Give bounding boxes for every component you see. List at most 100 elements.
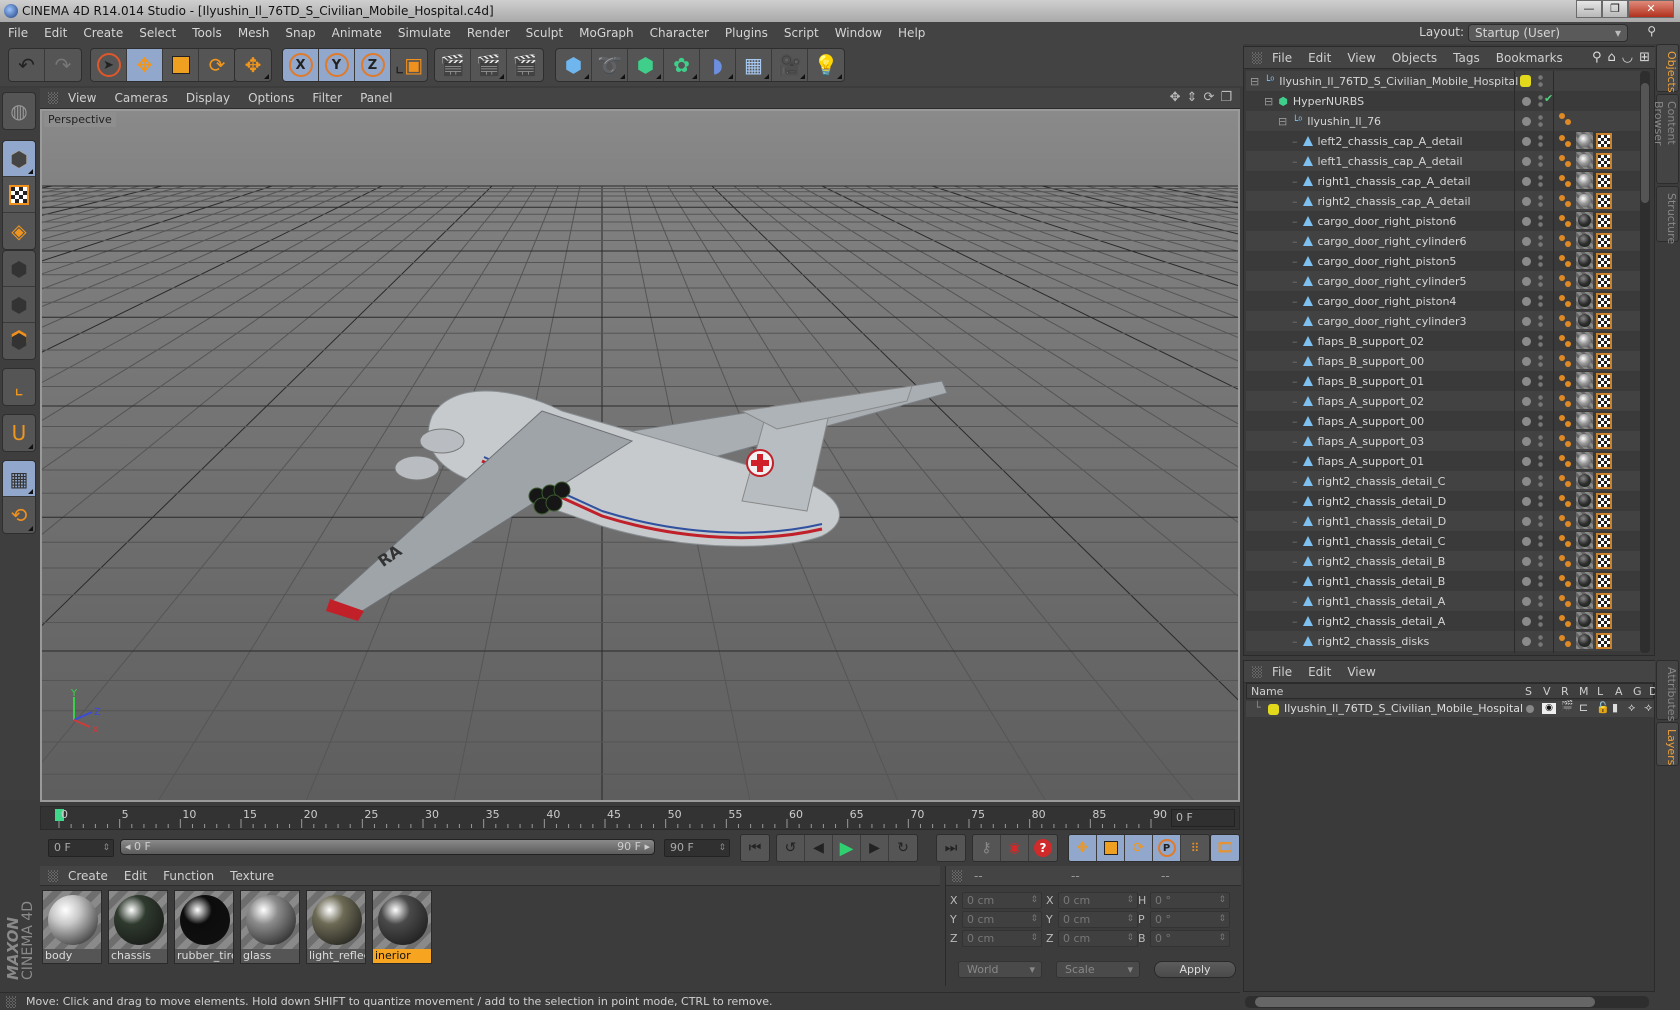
menu-animate[interactable]: Animate (332, 26, 382, 40)
collapse-icon[interactable]: ⊟ (1278, 115, 1287, 128)
planar-workplane-button[interactable]: ⟲ (3, 497, 35, 533)
start-frame-field[interactable]: 0 F (48, 839, 114, 857)
visibility-dot[interactable] (1522, 417, 1531, 426)
tab-objects[interactable]: Objects (1656, 44, 1679, 93)
menu-plugins[interactable]: Plugins (725, 26, 768, 40)
object-row[interactable]: – flaps_A_support_01 (1246, 451, 1641, 471)
material-menu-edit[interactable]: Edit (124, 869, 147, 883)
object-row[interactable]: – right1_chassis_detail_D (1246, 511, 1641, 531)
material-tag-icon[interactable] (1576, 252, 1593, 269)
phong-tag-icon[interactable] (1559, 254, 1573, 268)
material-tag-icon[interactable] (1576, 532, 1593, 549)
material-menu-function[interactable]: Function (163, 869, 214, 883)
solo-toggle[interactable] (1526, 705, 1534, 713)
phong-tag-icon[interactable] (1559, 514, 1573, 528)
visibility-dot[interactable] (1522, 517, 1531, 526)
menu-window[interactable]: Window (835, 26, 882, 40)
object-row[interactable]: – flaps_A_support_00 (1246, 411, 1641, 431)
editor-render-visibility-toggle[interactable] (1538, 534, 1543, 548)
enabled-checkmark-icon[interactable]: ✔ (1544, 92, 1553, 105)
phong-tag-icon[interactable] (1559, 534, 1573, 548)
spline-pen-button[interactable]: ➰ (592, 49, 628, 81)
material-tag-icon[interactable] (1576, 312, 1593, 329)
floor-button[interactable]: ▦ (736, 49, 772, 81)
layer-column-m[interactable]: M (1579, 685, 1589, 698)
material-name[interactable]: body (43, 949, 101, 963)
object-name[interactable]: right1_chassis_detail_C (1318, 535, 1446, 548)
panel-grip-icon[interactable] (1252, 51, 1262, 64)
phong-tag-icon[interactable] (1559, 554, 1573, 568)
phong-tag-icon[interactable] (1559, 134, 1573, 148)
object-name[interactable]: flaps_B_support_01 (1318, 375, 1425, 388)
visibility-dot[interactable] (1522, 597, 1531, 606)
collapse-icon[interactable]: ⊟ (1250, 75, 1259, 88)
object-name[interactable]: Ilyushin_Il_76TD_S_Civilian_Mobile_Hospi… (1279, 75, 1518, 88)
visibility-dot[interactable] (1522, 437, 1531, 446)
material-menu-create[interactable]: Create (68, 869, 108, 883)
array-button[interactable]: ✿ (664, 49, 700, 81)
material-tag-icon[interactable] (1576, 272, 1593, 289)
layer-column-v[interactable]: V (1543, 685, 1551, 698)
material-tag-icon[interactable] (1576, 332, 1593, 349)
visibility-dot[interactable] (1522, 157, 1531, 166)
locked-workplane-button[interactable]: ▦ (3, 461, 35, 497)
material-swatch[interactable]: chassis (108, 890, 168, 964)
material-tag-icon[interactable] (1576, 352, 1593, 369)
layer-column-l[interactable]: L (1597, 685, 1603, 698)
panel-grip-icon[interactable] (1252, 665, 1262, 678)
visibility-dot[interactable] (1522, 477, 1531, 486)
editor-render-visibility-toggle[interactable] (1538, 374, 1543, 388)
timeline-ruler[interactable]: 0 5 10 15 20 25 30 35 40 45 50 55 60 65 70 75 80 85 90 0 F (40, 806, 1240, 830)
viewport-menu-display[interactable]: Display (186, 91, 230, 105)
edges-mode-button[interactable]: ⬢ (3, 287, 35, 323)
visibility-dot[interactable] (1522, 117, 1531, 126)
editor-render-visibility-toggle[interactable] (1538, 354, 1543, 368)
new-window-icon[interactable]: ⊞ (1639, 50, 1650, 65)
rotation-h-field[interactable]: 0 ° (1150, 892, 1230, 909)
uvw-tag-icon[interactable] (1596, 412, 1612, 429)
render-to-picture-viewer-button[interactable]: 🎬 (471, 49, 507, 81)
lock-icon[interactable]: 🔓 (1596, 701, 1610, 714)
x-axis-button[interactable]: X (283, 49, 319, 81)
viewport-menu-cameras[interactable]: Cameras (114, 91, 167, 105)
phong-tag-icon[interactable] (1559, 454, 1573, 468)
maximize-view-icon[interactable]: ❐ (1220, 90, 1232, 105)
layer-column-name[interactable]: Name (1251, 685, 1283, 698)
layer-horizontal-scrollbar[interactable] (1245, 996, 1649, 1008)
object-name[interactable]: flaps_A_support_00 (1318, 415, 1425, 428)
size-x-field[interactable]: 0 cm (1058, 892, 1138, 909)
phong-tag-icon[interactable] (1559, 112, 1573, 126)
object-row[interactable]: – flaps_A_support_03 (1246, 431, 1641, 451)
object-name[interactable]: right1_chassis_cap_A_detail (1318, 175, 1471, 188)
object-name[interactable]: left1_chassis_cap_A_detail (1318, 155, 1463, 168)
phong-tag-icon[interactable] (1559, 594, 1573, 608)
object-row[interactable]: – right2_chassis_detail_B (1246, 551, 1641, 571)
material-swatch[interactable]: body (42, 890, 102, 964)
menu-render[interactable]: Render (467, 26, 510, 40)
menu-mesh[interactable]: Mesh (238, 26, 270, 40)
viewport-menu-options[interactable]: Options (248, 91, 294, 105)
visibility-dot[interactable] (1522, 237, 1531, 246)
uvw-tag-icon[interactable] (1596, 152, 1612, 169)
material-tag-icon[interactable] (1576, 152, 1593, 169)
layer-menu-edit[interactable]: Edit (1308, 665, 1331, 679)
visibility-dot[interactable] (1522, 397, 1531, 406)
uvw-tag-icon[interactable] (1596, 352, 1612, 369)
editor-render-visibility-toggle[interactable] (1538, 154, 1543, 168)
visibility-dot[interactable] (1522, 197, 1531, 206)
object-row[interactable]: – right2_chassis_disks (1246, 631, 1641, 651)
autokeying-button[interactable]: ◉ (1001, 835, 1029, 861)
uvw-tag-icon[interactable] (1596, 492, 1612, 509)
menu-character[interactable]: Character (650, 26, 709, 40)
panel-grip-icon[interactable] (48, 92, 58, 104)
object-name[interactable]: Ilyushin_Il_76 (1307, 115, 1381, 128)
tab-layers[interactable]: Layers (1656, 722, 1679, 766)
uvw-tag-icon[interactable] (1596, 272, 1612, 289)
editor-render-visibility-toggle[interactable] (1538, 494, 1543, 508)
material-tag-icon[interactable] (1576, 452, 1593, 469)
manager-tree-icon[interactable]: ⊏ (1579, 701, 1588, 714)
phong-tag-icon[interactable] (1559, 634, 1573, 648)
uvw-tag-icon[interactable] (1596, 432, 1612, 449)
home-icon[interactable]: ⌂ (1607, 50, 1615, 65)
animation-film-icon[interactable]: ▮ (1612, 701, 1618, 714)
